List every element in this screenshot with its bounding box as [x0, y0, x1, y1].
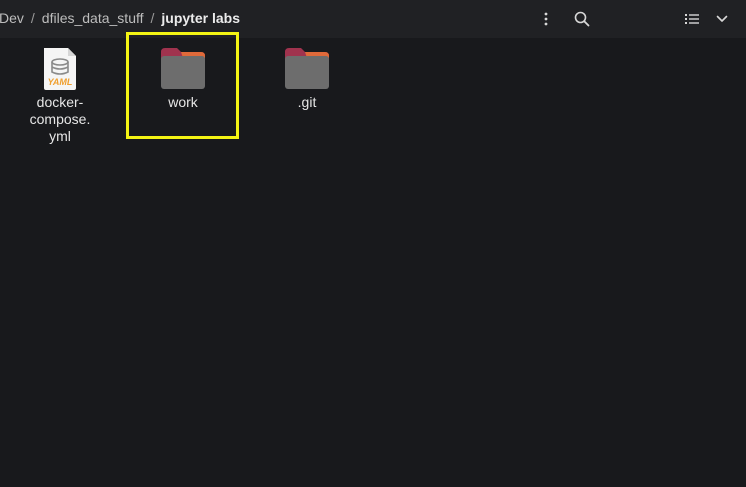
view-options-button[interactable]	[681, 8, 703, 30]
file-label-line: docker-	[36, 94, 84, 110]
chevron-down-icon	[716, 15, 728, 22]
yaml-file-icon: YAML	[36, 44, 84, 92]
breadcrumb-jupyter-labs[interactable]: jupyter labs	[161, 10, 240, 26]
header-bar: Dev / dfiles_data_stuff / jupyter labs	[0, 0, 746, 38]
folder-item-git[interactable]: .git	[267, 44, 347, 111]
file-label-line: yml	[49, 128, 71, 144]
search-button[interactable]	[571, 8, 593, 30]
file-label-line: compose.	[29, 111, 91, 127]
breadcrumb-separator: /	[150, 10, 155, 26]
list-view-icon	[685, 14, 699, 24]
file-label: docker- compose. yml	[20, 94, 100, 145]
view-dropdown-button[interactable]	[711, 8, 733, 30]
folder-icon	[283, 44, 331, 92]
file-manager-window: Dev / dfiles_data_stuff / jupyter labs Y…	[0, 0, 746, 487]
vertical-dots-icon	[544, 12, 548, 26]
breadcrumb-separator: /	[30, 10, 35, 26]
breadcrumb-dfiles-data-stuff[interactable]: dfiles_data_stuff	[42, 10, 144, 26]
file-item-docker-compose[interactable]: YAML docker- compose. yml	[20, 44, 100, 145]
svg-text:YAML: YAML	[48, 77, 73, 87]
breadcrumb-dev[interactable]: Dev	[0, 10, 24, 26]
selection-highlight	[126, 32, 239, 139]
folder-label: .git	[297, 94, 317, 110]
search-icon	[574, 11, 590, 27]
menu-button[interactable]	[535, 8, 557, 30]
breadcrumb: Dev / dfiles_data_stuff / jupyter labs	[0, 9, 240, 27]
